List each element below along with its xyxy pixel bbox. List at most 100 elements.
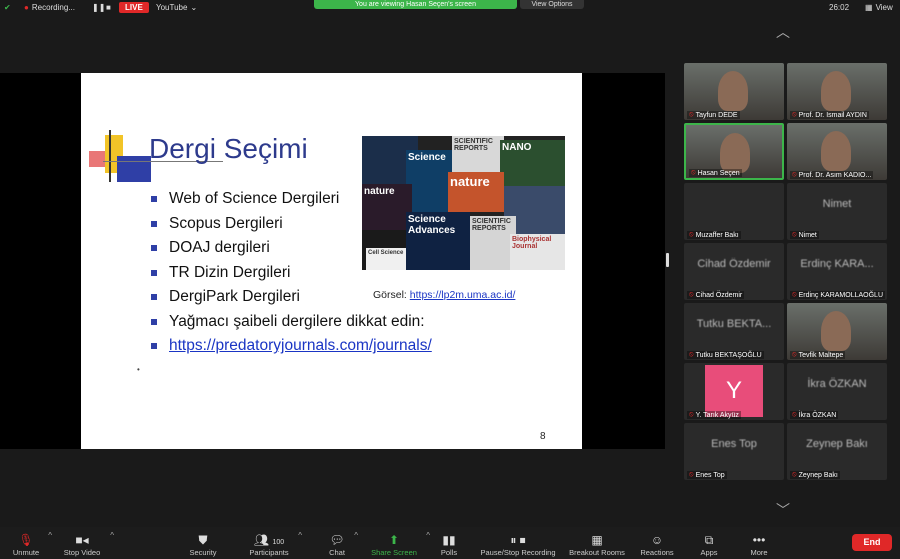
participant-name: Tevfik Maltepe [798, 351, 844, 359]
participant-tile[interactable]: Erdinç KARA... ⦸ Erdinç KARAMOLLAOĞLU [787, 243, 887, 300]
muted-microphone-icon: ⦸ [792, 231, 797, 238]
participants-icon: 👥︎ 100 [253, 533, 285, 547]
participant-name: Tutku BEKTAŞOĞLU [695, 351, 762, 359]
participant-name-tag: ⦸ Tevfik Maltepe [790, 351, 846, 359]
participant-display-name: Zeynep Bakı [806, 438, 868, 450]
chat-button[interactable]: 💬︎ Chat ^ [326, 527, 358, 559]
youtube-dropdown[interactable]: YouTube ⌄ [156, 1, 197, 13]
security-button[interactable]: ⛊ Security [186, 527, 220, 559]
breakout-rooms-icon: ▦ [591, 533, 603, 547]
view-options-button[interactable]: View Options [520, 0, 584, 9]
chevron-up-icon[interactable]: ^ [110, 531, 114, 540]
shield-check-icon[interactable]: ✔ [4, 1, 11, 13]
apps-label: Apps [700, 548, 718, 557]
participant-video-figure [821, 131, 851, 171]
chevron-up-icon[interactable]: ^ [426, 531, 430, 540]
stop-recording-icon[interactable]: ■ [106, 1, 111, 13]
participant-tile[interactable]: ⦸ Hasan Seçen [684, 123, 784, 180]
cover-label: nature [364, 186, 395, 197]
participant-name-tag: ⦸ Tayfun DEDE [687, 111, 740, 119]
journal-cover: Cell Science [366, 248, 406, 270]
participant-name-tag: ⦸ Cihad Özdemir [687, 291, 745, 299]
share-screen-button[interactable]: ⬆ Share Screen ^ [368, 527, 430, 559]
participant-tile[interactable]: Enes Top ⦸ Enes Top [684, 423, 784, 480]
end-meeting-button[interactable]: End [852, 534, 892, 551]
participant-tile[interactable]: ⦸ Prof. Dr. Ismail AYDIN [787, 63, 887, 120]
participant-tile[interactable]: Y ⦸ Y. Tarık Akyüz [684, 363, 784, 420]
bullet-text: TR Dizin Dergileri [169, 263, 291, 281]
chevron-up-icon[interactable]: ^ [298, 531, 302, 540]
participant-count: 100 [272, 539, 285, 546]
participant-tile[interactable]: ⦸ Muzaffer Bakı [684, 183, 784, 240]
participant-avatar: Y [705, 365, 763, 417]
participant-tile[interactable]: Nimet ⦸ Nimet [787, 183, 887, 240]
participant-name: Tayfun DEDE [695, 111, 738, 119]
participant-name: Nimet [798, 231, 817, 239]
unmute-label: Unmute [12, 548, 40, 557]
gallery-scroll-down-icon[interactable]: ﹀ [776, 500, 790, 520]
recording-indicator[interactable]: ● Recording... [24, 1, 75, 13]
chevron-up-icon[interactable]: ^ [354, 531, 358, 540]
reactions-button[interactable]: ☺︎ Reactions [640, 527, 674, 559]
slide-title: Dergi Seçimi [149, 133, 308, 164]
slide-decoration-line [109, 130, 111, 182]
muted-microphone-icon: ⦸ [792, 171, 797, 178]
unmute-button[interactable]: 🎙︎ Unmute ^ [10, 527, 52, 559]
participant-tile[interactable]: ⦸ Tevfik Maltepe [787, 303, 887, 360]
muted-microphone-icon: ⦸ [689, 231, 694, 238]
muted-microphone-icon: ⦸ [792, 111, 797, 118]
credit-link[interactable]: https://lp2m.uma.ac.id/ [410, 289, 516, 301]
journal-cover: Science Advances [406, 212, 470, 270]
participant-name-tag: ⦸ Tutku BEKTAŞOĞLU [687, 351, 764, 359]
participant-tile[interactable]: İkra ÖZKAN ⦸ İkra ÖZKAN [787, 363, 887, 420]
apps-button[interactable]: ⧉ Apps [698, 527, 720, 559]
participants-button[interactable]: 👥︎ 100 Participants ^ [246, 527, 302, 559]
gallery-scroll-up-icon[interactable]: ︿ [776, 22, 790, 42]
journal-covers-image: Science SCIENTIFIC REPORTS NANO nature n… [362, 136, 565, 270]
participant-video-figure [718, 71, 748, 111]
bullet-item-link[interactable]: https://predatoryjournals.com/journals/ [151, 334, 432, 359]
share-screen-icon: ⬆ [388, 533, 400, 547]
live-label: LIVE [119, 1, 149, 13]
muted-microphone-icon: ⦸ [689, 111, 694, 118]
credit-prefix: Görsel: [373, 289, 407, 301]
more-button[interactable]: ••• More [748, 527, 770, 559]
bullet-text: Web of Science Dergileri [169, 190, 340, 208]
end-label: End [863, 537, 881, 547]
participant-name-tag: ⦸ İkra ÖZKAN [790, 411, 839, 419]
microphone-muted-icon: 🎙︎ [18, 533, 34, 547]
participant-name: Prof. Dr. Asım KADIO... [798, 171, 872, 179]
participant-tile[interactable]: ⦸ Prof. Dr. Asım KADIO... [787, 123, 887, 180]
cover-label: Cell Science [368, 250, 404, 256]
meeting-time: 26:02 [829, 1, 849, 13]
participant-video-figure [821, 311, 851, 351]
stop-video-button[interactable]: ■◂ Stop Video ^ [60, 527, 114, 559]
participant-tile[interactable]: Tutku BEKTA... ⦸ Tutku BEKTAŞOĞLU [684, 303, 784, 360]
pause-stop-icon: ⏸ ⏹ [510, 533, 526, 547]
muted-microphone-icon: ⦸ [691, 169, 696, 176]
participant-tile[interactable]: Cihad Özdemir ⦸ Cihad Özdemir [684, 243, 784, 300]
participant-tile[interactable]: ⦸ Tayfun DEDE [684, 63, 784, 120]
participant-name: Muzaffer Bakı [695, 231, 739, 239]
muted-microphone-icon: ⦸ [792, 351, 797, 358]
participant-name: İkra ÖZKAN [798, 411, 837, 419]
participant-tile[interactable]: Zeynep Bakı ⦸ Zeynep Bakı [787, 423, 887, 480]
pause-stop-recording-button[interactable]: ⏸ ⏹ Pause/Stop Recording [478, 527, 558, 559]
journal-cover: Biophysical Journal [510, 234, 565, 270]
participant-name-tag: ⦸ Prof. Dr. Asım KADIO... [790, 171, 874, 179]
time-label: 26:02 [829, 2, 850, 12]
cover-label: SCIENTIFIC REPORTS [472, 218, 511, 232]
split-view-drag-handle[interactable] [666, 253, 669, 267]
pause-recording-icon[interactable]: ❚❚ [92, 1, 105, 13]
view-options-label: View Options [531, 1, 573, 8]
security-label: Security [189, 548, 217, 557]
participant-name: Erdinç KARAMOLLAOĞLU [798, 291, 883, 299]
predatory-journals-link[interactable]: https://predatoryjournals.com/journals/ [169, 337, 432, 355]
view-button[interactable]: ▦ View [865, 1, 893, 13]
muted-microphone-icon: ⦸ [792, 411, 797, 418]
participant-name: Cihad Özdemir [695, 291, 743, 299]
polls-button[interactable]: ▮▮ Polls [438, 527, 460, 559]
breakout-rooms-button[interactable]: ▦ Breakout Rooms [568, 527, 626, 559]
smiley-plus-icon: ☺︎ [650, 533, 664, 547]
chevron-up-icon[interactable]: ^ [48, 531, 52, 540]
